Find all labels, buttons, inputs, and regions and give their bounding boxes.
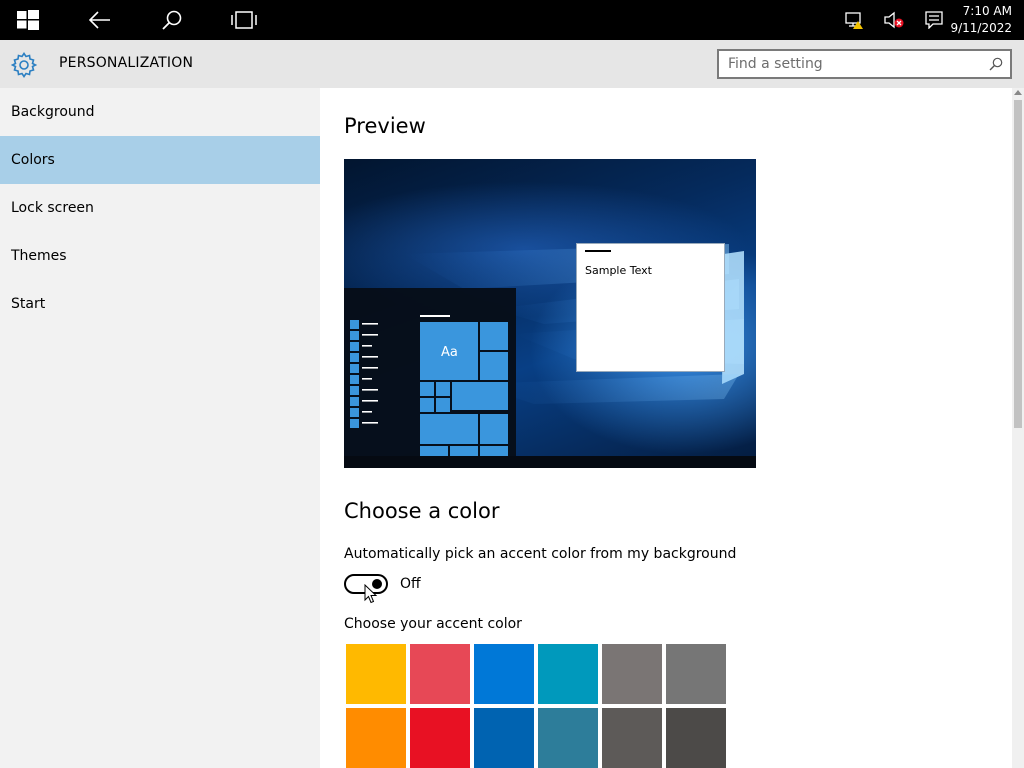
search-icon[interactable] — [989, 57, 1003, 71]
accent-swatch[interactable] — [538, 644, 598, 704]
choose-color-heading: Choose a color — [344, 499, 500, 523]
accent-swatch[interactable] — [538, 708, 598, 768]
preview-sample-window: Sample Text — [576, 243, 725, 372]
scroll-up-arrow-icon[interactable] — [1014, 90, 1022, 95]
action-center-button[interactable] — [920, 0, 948, 40]
accent-color-label: Choose your accent color — [344, 616, 522, 632]
sidebar-item-background[interactable]: Background — [0, 88, 320, 136]
search-icon — [162, 10, 182, 30]
preview-taskbar — [344, 456, 756, 468]
network-tray-button[interactable] — [840, 0, 868, 40]
accent-swatch[interactable] — [474, 708, 534, 768]
search-button[interactable] — [144, 0, 200, 40]
sidebar-item-lock-screen[interactable]: Lock screen — [0, 184, 320, 232]
sidebar-item-themes[interactable]: Themes — [0, 232, 320, 280]
task-view-button[interactable] — [216, 0, 272, 40]
sidebar-item-label: Lock screen — [11, 200, 94, 216]
start-button[interactable] — [0, 0, 56, 40]
accent-swatch[interactable] — [410, 708, 470, 768]
accent-swatch[interactable] — [346, 644, 406, 704]
windows-logo-icon — [17, 10, 39, 30]
back-arrow-icon — [89, 11, 110, 29]
gear-icon — [11, 52, 37, 78]
main-scrollbar[interactable] — [1012, 88, 1024, 768]
sidebar-item-colors[interactable]: Colors — [0, 136, 320, 184]
tile-label: Aa — [441, 345, 458, 360]
mouse-cursor-icon — [364, 584, 378, 604]
sidebar-item-label: Colors — [11, 152, 55, 168]
preview-heading: Preview — [344, 114, 426, 138]
start-menu-list-icon — [350, 315, 508, 456]
accent-swatch[interactable] — [602, 644, 662, 704]
back-button[interactable] — [72, 0, 128, 40]
accent-swatch[interactable] — [602, 708, 662, 768]
auto-accent-label: Automatically pick an accent color from … — [344, 546, 737, 562]
toggle-state-text: Off — [400, 576, 421, 592]
page-title: PERSONALIZATION — [59, 55, 194, 71]
accent-swatch[interactable] — [666, 644, 726, 704]
accent-swatch[interactable] — [666, 708, 726, 768]
window-title-bar — [585, 250, 611, 252]
sidebar-item-start[interactable]: Start — [0, 280, 320, 328]
preview-start-menu: Aa — [344, 288, 516, 456]
sidebar-item-label: Background — [11, 104, 95, 120]
settings-header: PERSONALIZATION — [0, 40, 1024, 88]
action-center-icon — [925, 11, 943, 29]
sidebar-item-label: Start — [11, 296, 46, 312]
system-clock[interactable]: 7:10 AM 9/11/2022 — [950, 3, 1012, 37]
network-warning-icon — [845, 12, 863, 29]
taskbar: 7:10 AM 9/11/2022 — [0, 0, 1024, 40]
accent-swatch[interactable] — [410, 644, 470, 704]
volume-muted-icon — [884, 11, 904, 29]
volume-tray-button[interactable] — [880, 0, 908, 40]
clock-time: 7:10 AM — [962, 4, 1012, 18]
clock-date: 9/11/2022 — [950, 21, 1012, 35]
find-setting-box[interactable] — [717, 49, 1012, 79]
task-view-icon — [231, 11, 257, 29]
accent-swatch[interactable] — [346, 708, 406, 768]
sidebar: Background Colors Lock screen Themes Sta… — [0, 88, 320, 768]
scrollbar-thumb[interactable] — [1014, 100, 1022, 428]
accent-swatch[interactable] — [474, 644, 534, 704]
theme-preview: Aa Sample Text — [344, 159, 756, 468]
search-input[interactable] — [719, 51, 979, 77]
sidebar-item-label: Themes — [11, 248, 67, 264]
sample-text: Sample Text — [585, 264, 652, 277]
main-content: Preview Aa Sample Text Choose a color Au… — [320, 88, 1012, 768]
